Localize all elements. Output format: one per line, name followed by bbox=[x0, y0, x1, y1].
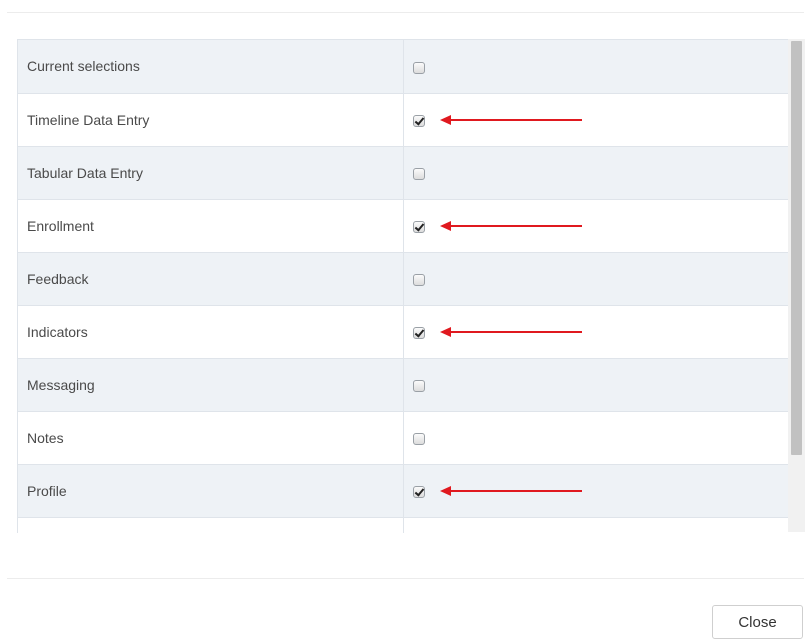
row-checkbox[interactable] bbox=[412, 432, 425, 445]
annotation-arrow-icon bbox=[439, 114, 582, 126]
annotation-arrow-icon bbox=[439, 326, 582, 338]
row-checkbox[interactable] bbox=[412, 114, 425, 127]
row-checkbox-cell bbox=[403, 199, 789, 253]
header-divider bbox=[7, 12, 804, 13]
row-checkbox-cell bbox=[403, 305, 789, 359]
row-checkbox[interactable] bbox=[412, 167, 425, 180]
vertical-scrollbar[interactable] bbox=[788, 39, 805, 532]
row-label: Tabular Data Entry bbox=[18, 146, 404, 200]
row-label bbox=[18, 517, 404, 533]
table-row: Profile bbox=[18, 464, 789, 518]
row-checkbox-cell bbox=[403, 146, 789, 200]
table-row: Messaging bbox=[18, 358, 789, 412]
row-checkbox[interactable] bbox=[412, 326, 425, 339]
row-label: Feedback bbox=[18, 252, 404, 306]
row-checkbox-cell bbox=[403, 40, 789, 94]
close-button[interactable]: Close bbox=[712, 605, 803, 639]
table-row: Indicators bbox=[18, 305, 789, 359]
row-checkbox-cell bbox=[403, 358, 789, 412]
row-checkbox[interactable] bbox=[412, 273, 425, 286]
row-checkbox-cell bbox=[403, 517, 789, 533]
table-row: Current selections bbox=[18, 40, 789, 94]
row-label: Indicators bbox=[18, 305, 404, 359]
footer-divider bbox=[7, 578, 804, 579]
table-row: Enrollment bbox=[18, 199, 789, 253]
selection-table-viewport: Current selections Timeline Data Entry T… bbox=[17, 39, 789, 533]
row-checkbox[interactable] bbox=[412, 485, 425, 498]
row-label: Notes bbox=[18, 411, 404, 465]
annotation-arrow-icon bbox=[439, 220, 582, 232]
dialog: Current selections Timeline Data Entry T… bbox=[0, 0, 811, 640]
row-checkbox-cell bbox=[403, 93, 789, 147]
row-checkbox-cell bbox=[403, 411, 789, 465]
table-row: Timeline Data Entry bbox=[18, 93, 789, 147]
row-checkbox[interactable] bbox=[412, 61, 425, 74]
row-label: Timeline Data Entry bbox=[18, 93, 404, 147]
annotation-arrow-icon bbox=[439, 485, 582, 497]
table-row: Notes bbox=[18, 411, 789, 465]
row-label: Enrollment bbox=[18, 199, 404, 253]
table-row: Feedback bbox=[18, 252, 789, 306]
table-row bbox=[18, 517, 789, 533]
row-checkbox-cell bbox=[403, 464, 789, 518]
row-checkbox[interactable] bbox=[412, 379, 425, 392]
selection-table: Current selections Timeline Data Entry T… bbox=[18, 40, 789, 533]
row-checkbox[interactable] bbox=[412, 220, 425, 233]
table-row: Tabular Data Entry bbox=[18, 146, 789, 200]
scrollbar-thumb[interactable] bbox=[791, 41, 802, 455]
row-label: Messaging bbox=[18, 358, 404, 412]
row-checkbox-cell bbox=[403, 252, 789, 306]
row-label: Profile bbox=[18, 464, 404, 518]
row-label: Current selections bbox=[18, 40, 404, 94]
